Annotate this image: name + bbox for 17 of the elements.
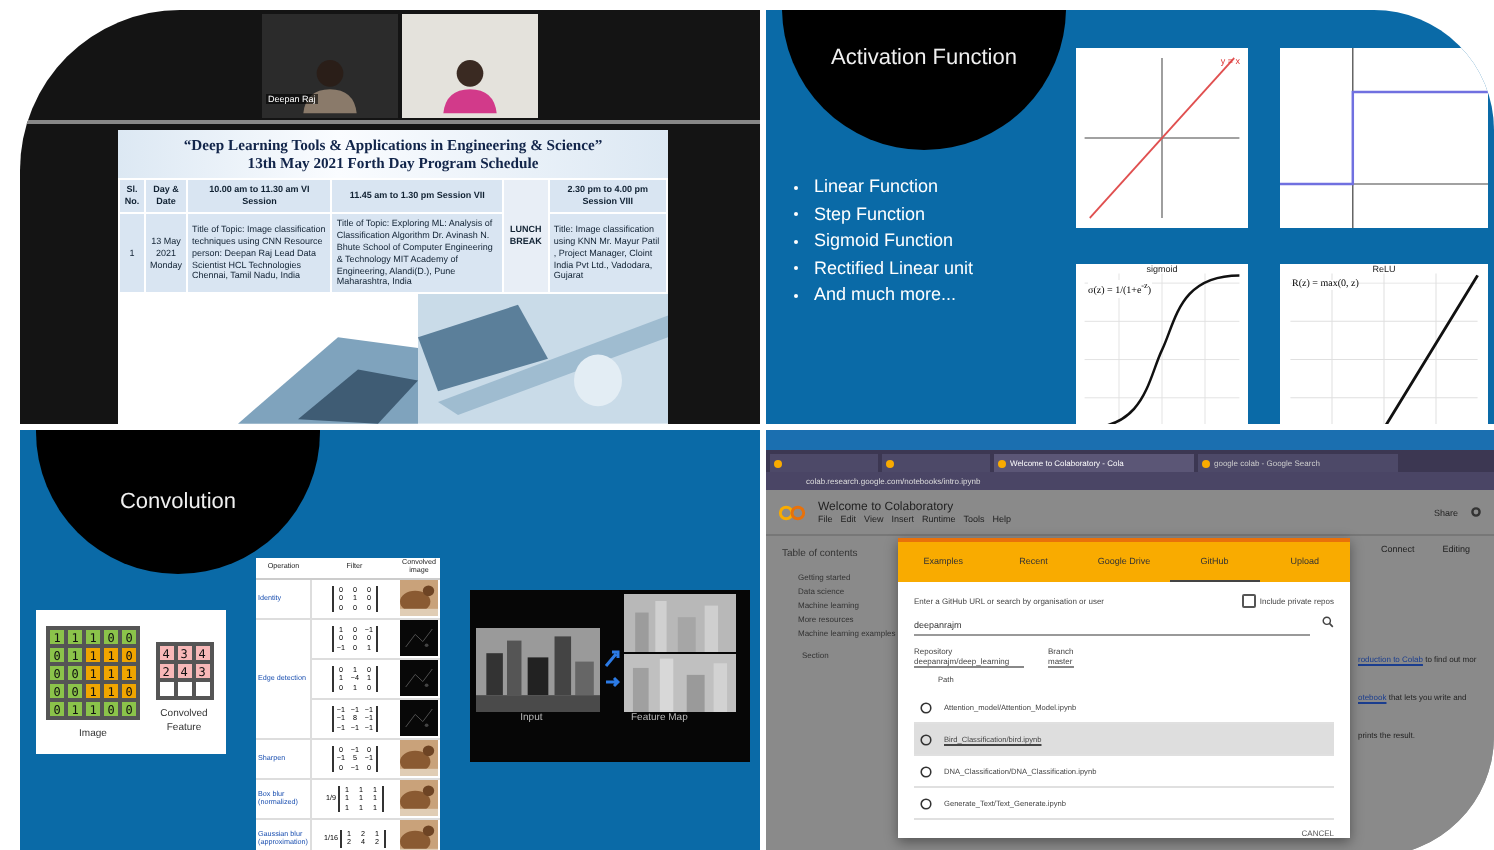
private-checkbox[interactable] (1241, 594, 1256, 608)
github-icon (920, 797, 932, 809)
slide-title: Convolution (119, 490, 237, 514)
search-icon[interactable] (1322, 616, 1334, 628)
github-icon (920, 701, 932, 713)
github-icon (920, 765, 932, 777)
browser-tab[interactable] (882, 454, 990, 472)
bullet-item: Rectified Linear unit (794, 255, 1076, 282)
slide-title: Activation Function (831, 46, 1017, 70)
settings-icon[interactable] (1470, 506, 1482, 518)
github-icon (920, 733, 932, 745)
bullet-item: Linear Function (794, 174, 1076, 201)
browser-tab[interactable] (770, 454, 878, 472)
bullet-item: Sigmoid Function (794, 228, 1076, 255)
bullet-item: Step Function (794, 201, 1076, 228)
bullet-item: And much more... (794, 282, 1076, 309)
logo-icon (778, 503, 806, 521)
